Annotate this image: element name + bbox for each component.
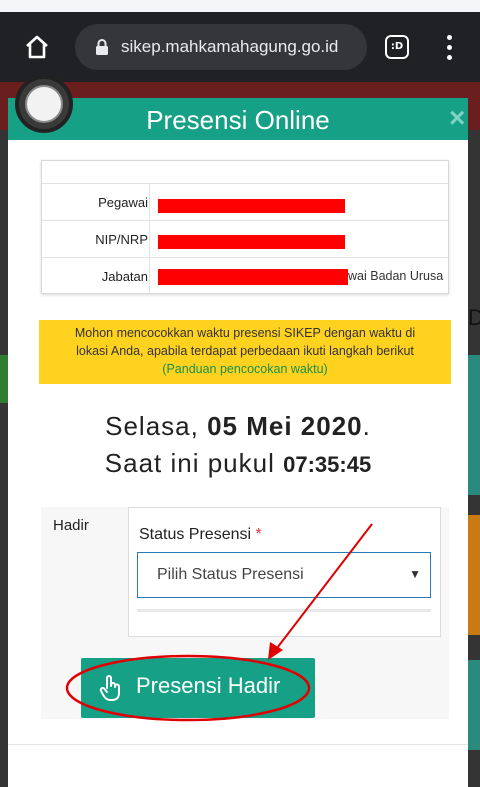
status-presensi-select[interactable]: Pilih Status Presensi ▼ — [137, 552, 431, 598]
browser-menu-icon[interactable] — [440, 34, 460, 62]
info-row-pegawai: Pegawai — [42, 183, 448, 220]
required-mark: * — [255, 526, 262, 543]
info-value-jabatan: wai Badan Urusa — [348, 269, 444, 283]
employee-info-table: Pegawai NIP/NRP Jabatan wai Badan Urusa — [41, 160, 449, 294]
browser-toolbar: sikep.mahkamahagung.go.id :D — [0, 12, 480, 82]
modal-title: Presensi Online — [146, 105, 330, 135]
info-row-nip: NIP/NRP — [42, 220, 448, 257]
modal-header: Presensi Online × — [8, 98, 468, 140]
hadir-label: Hadir — [53, 517, 89, 534]
info-label-jabatan: Jabatan — [101, 269, 148, 284]
page-edge-text: D — [468, 305, 480, 330]
page-top-strip — [0, 0, 480, 12]
time-guide-link[interactable]: (Panduan pencocokan waktu) — [39, 360, 451, 378]
tab-switcher-button[interactable]: :D — [385, 35, 409, 59]
status-presensi-label: Status Presensi * — [139, 526, 262, 543]
current-time: Saat ini pukul 07:35:45 — [104, 448, 372, 478]
presensi-hadir-label: Presensi Hadir — [136, 673, 281, 698]
avatar — [15, 75, 73, 133]
current-date: Selasa, 05 Mei 2020. — [105, 411, 371, 441]
url-text: sikep.mahkamahagung.go.id — [121, 37, 339, 56]
modal-divider — [8, 744, 468, 745]
address-bar[interactable]: sikep.mahkamahagung.go.id — [75, 24, 367, 70]
page-right-card-2 — [468, 660, 480, 750]
date-value: 05 Mei 2020 — [207, 411, 363, 441]
info-row-jabatan: Jabatan wai Badan Urusa — [42, 257, 448, 293]
chevron-down-icon: ▼ — [409, 567, 421, 581]
hand-pointer-icon — [99, 675, 120, 701]
redaction-bar — [158, 199, 345, 213]
page-right-card-orange — [468, 515, 480, 635]
lock-icon — [96, 39, 108, 55]
redaction-bar — [158, 269, 348, 285]
info-label-nip: NIP/NRP — [95, 232, 148, 247]
select-value: Pilih Status Presensi — [157, 566, 304, 583]
presensi-hadir-button[interactable]: Presensi Hadir — [81, 658, 315, 718]
divider — [137, 609, 431, 612]
page-right-card — [468, 355, 480, 495]
clock-value: 07:35:45 — [283, 452, 372, 477]
home-icon[interactable] — [24, 34, 50, 60]
notice-line-2: lokasi Anda, apabila terdapat perbedaan … — [76, 344, 414, 358]
notice-line-1: Mohon mencocokkan waktu presensi SIKEP d… — [74, 326, 416, 340]
status-card: Status Presensi * Pilih Status Presensi … — [128, 507, 441, 637]
info-label-pegawai: Pegawai — [98, 195, 148, 210]
close-icon[interactable]: × — [449, 102, 465, 134]
info-header-row — [42, 161, 448, 183]
redaction-bar — [158, 235, 345, 249]
time-sync-notice: Mohon mencocokkan waktu presensi SIKEP d… — [39, 320, 451, 384]
